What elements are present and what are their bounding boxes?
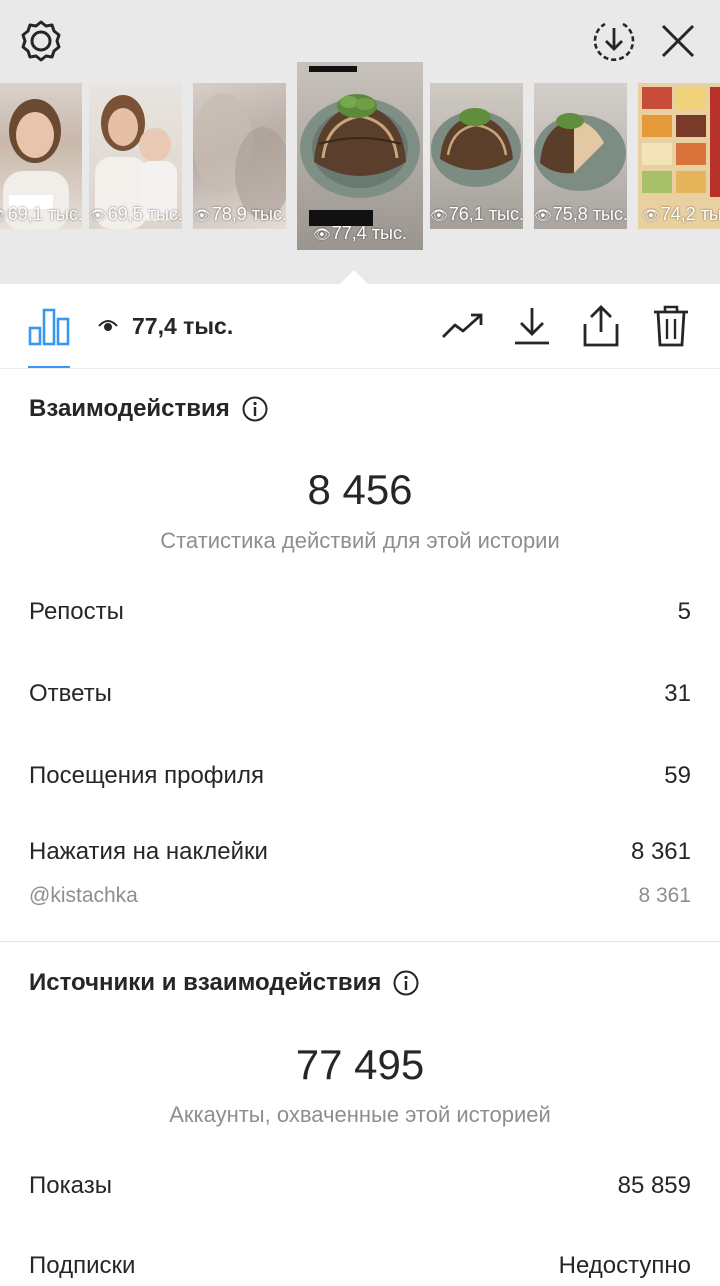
metric-row-follows: Подписки Недоступно xyxy=(29,1246,691,1286)
discovery-section-title: Источники и взаимодействия xyxy=(29,969,419,997)
close-button[interactable] xyxy=(654,17,702,65)
story-view-count: 👁69,5 тыс. xyxy=(89,204,182,224)
story-text-overlay xyxy=(309,66,357,72)
metric-value: 5 xyxy=(677,598,691,625)
story-view-count: 👁77,4 тыс. xyxy=(313,223,407,243)
story-view-count: 👁76,1 тыс. xyxy=(430,204,523,224)
reach-total: 77 495 xyxy=(295,1041,425,1088)
story-view-count: 👁74,2 тыс. xyxy=(642,204,720,224)
story-thumbnail-selected[interactable]: 👁77,4 тыс. xyxy=(297,62,423,250)
viewers-count[interactable]: 77,4 тыс. xyxy=(98,310,233,342)
download-icon xyxy=(515,308,549,345)
story-thumbnail[interactable]: 👁69,5 тыс. xyxy=(89,83,182,229)
interactions-title-text: Взаимодействия xyxy=(29,395,230,422)
metric-label: Нажатия на наклейки xyxy=(29,838,268,865)
story-thumbnail[interactable]: 👁74,2 тыс. xyxy=(638,83,720,229)
sticker-mention-value: 8 361 xyxy=(638,884,691,907)
discovery-title-text: Источники и взаимодействия xyxy=(29,969,382,996)
metric-label: Посещения профиля xyxy=(29,762,264,789)
interactions-total: 8 456 xyxy=(307,466,413,513)
save-button[interactable] xyxy=(590,17,638,65)
metric-row-replies: Ответы 31 xyxy=(29,674,691,714)
metric-label: Показы xyxy=(29,1172,112,1199)
insights-tab[interactable] xyxy=(22,302,76,350)
story-thumbnail[interactable]: 👁76,1 тыс. xyxy=(430,83,523,229)
delete-icon xyxy=(654,305,688,347)
story-view-count: 👁78,9 тыс. xyxy=(193,204,286,224)
section-divider xyxy=(0,941,720,942)
metric-value: 31 xyxy=(664,680,691,707)
share-icon xyxy=(583,305,619,347)
metric-row-reposts: Репосты 5 xyxy=(29,592,691,632)
info-icon[interactable] xyxy=(393,970,419,996)
interactions-section-title: Взаимодействия xyxy=(29,395,268,423)
eye-icon xyxy=(98,320,118,331)
active-tab-indicator xyxy=(28,366,70,368)
metric-row-sticker-mention[interactable]: @kistachka 8 361 xyxy=(29,876,691,916)
metric-value: 59 xyxy=(664,762,691,789)
trend-icon xyxy=(442,313,483,338)
reach-caption: Аккаунты, охваченные этой историей xyxy=(169,1102,551,1127)
close-icon xyxy=(661,24,695,58)
promote-button[interactable] xyxy=(437,302,489,350)
metric-value: 85 859 xyxy=(617,1172,691,1199)
save-icon xyxy=(593,22,635,62)
interactions-caption: Статистика действий для этой истории xyxy=(160,528,560,553)
metric-label: Подписки xyxy=(29,1252,136,1279)
story-thumbnail-strip: 👁69,1 тыс. 👁69,5 тыс. 👁78,9 тыс. xyxy=(0,62,720,262)
settings-button[interactable] xyxy=(17,17,65,65)
delete-button[interactable] xyxy=(645,302,697,350)
metric-row-impressions: Показы 85 859 xyxy=(29,1166,691,1206)
story-archive-header: 👁69,1 тыс. 👁69,5 тыс. 👁78,9 тыс. xyxy=(0,0,720,284)
metric-value: Недоступно xyxy=(558,1252,691,1279)
share-button[interactable] xyxy=(575,302,627,350)
metric-label: Ответы xyxy=(29,680,112,707)
story-thumbnail[interactable]: 👁69,1 тыс. xyxy=(0,83,82,229)
metric-row-profile-visits: Посещения профиля 59 xyxy=(29,756,691,796)
sticker-mention-label: @kistachka xyxy=(29,884,138,907)
story-view-count: 👁69,1 тыс. xyxy=(0,204,82,224)
insights-bar-chart-icon xyxy=(28,308,70,346)
story-view-count: 👁75,8 тыс. xyxy=(534,204,627,224)
selected-story-pointer xyxy=(340,270,368,284)
download-button[interactable] xyxy=(506,302,558,350)
story-thumbnail[interactable]: 👁75,8 тыс. xyxy=(534,83,627,229)
settings-icon xyxy=(21,20,61,62)
metric-label: Репосты xyxy=(29,598,124,625)
viewers-count-text: 77,4 тыс. xyxy=(132,312,234,339)
metric-row-sticker-taps: Нажатия на наклейки 8 361 xyxy=(29,832,691,872)
metric-value: 8 361 xyxy=(630,838,691,865)
story-thumbnail[interactable]: 👁78,9 тыс. xyxy=(193,83,286,229)
insights-toolbar: 77,4 тыс. xyxy=(0,284,720,369)
info-icon[interactable] xyxy=(242,396,268,422)
